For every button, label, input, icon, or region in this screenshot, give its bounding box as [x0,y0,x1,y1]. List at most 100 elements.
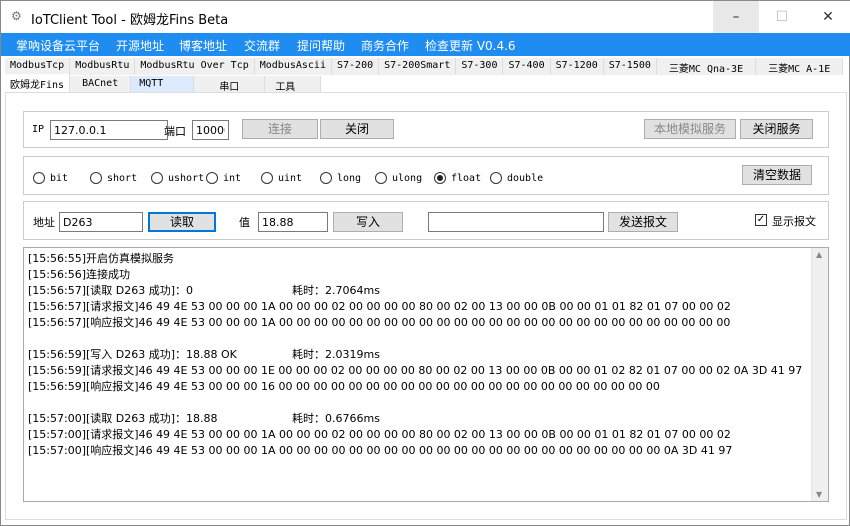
clear-data-button[interactable]: 清空数据 [742,165,812,185]
log-line: [15:56:55]开启仿真模拟服务 [28,252,174,265]
menu-source[interactable]: 开源地址 [116,37,164,54]
radio-int[interactable]: int [206,172,241,184]
tab-mitsubishi-a1e[interactable]: 三菱MC A-1E [756,58,844,75]
message-input[interactable] [428,212,604,232]
value-input[interactable] [258,212,328,232]
connect-button[interactable]: 连接 [242,119,318,139]
radio-circle[interactable] [33,172,45,184]
log-line: [15:57:00][请求报文]46 49 4E 53 00 00 00 1A … [28,428,731,441]
tab-tools[interactable]: 工具 [265,76,322,93]
tab-bacnet[interactable]: BACnet [70,76,132,93]
log-line: [15:57:00][读取 D263 成功]：18.88 [28,412,218,425]
radio-circle[interactable] [490,172,502,184]
radio-short[interactable]: short [90,172,137,184]
tab-row-2: 欧姆龙Fins BACnet MQTT 串口 工具 [5,74,322,93]
value-label: 值 [239,216,250,229]
port-label: 端口 [164,125,186,138]
vertical-scrollbar[interactable]: ▲ ▼ [811,248,828,501]
address-input[interactable] [59,212,143,232]
radio-label: long [337,172,362,184]
radio-ulong[interactable]: ulong [375,172,422,184]
window-title: IoTClient Tool - 欧姆龙Fins Beta [31,13,229,28]
tab-serial[interactable]: 串口 [194,76,266,93]
radio-circle[interactable] [90,172,102,184]
radio-label: ushort [168,172,205,184]
log-line: [15:57:00][响应报文]46 49 4E 53 00 00 00 1A … [28,444,733,457]
tab-s7-200[interactable]: S7-200 [331,58,380,75]
radio-label: int [223,172,242,184]
disconnect-button[interactable]: 关闭 [320,119,394,139]
read-write-group: 地址 读取 值 写入 发送报文 ✓ 显示报文 [23,201,829,240]
radio-uint[interactable]: uint [261,172,302,184]
tab-modbusascii[interactable]: ModbusAscii [254,58,332,75]
connection-group: IP 端口 连接 关闭 本地模拟服务 关闭服务 [23,111,829,148]
write-button[interactable]: 写入 [333,212,403,232]
app-icon: ⚙ [11,9,22,23]
ip-input[interactable] [50,120,168,140]
show-message-checkbox[interactable]: ✓ [755,214,767,226]
menu-bar: 掌吶设备云平台 开源地址 博客地址 交流群 提问帮助 商务合作 检查更新 V0.… [1,33,850,56]
log-output[interactable]: [15:56:55]开启仿真模拟服务 [15:56:56]连接成功 [15:56:5… [23,247,829,502]
radio-circle[interactable] [375,172,387,184]
radio-label: bit [50,172,69,184]
scroll-down-icon[interactable]: ▼ [816,490,822,499]
menu-blog[interactable]: 博客地址 [179,37,227,54]
title-bar: ⚙ IoTClient Tool - 欧姆龙Fins Beta – ☐ ✕ [1,1,850,33]
menu-help[interactable]: 提问帮助 [297,37,345,54]
local-sim-service-button[interactable]: 本地模拟服务 [644,119,736,139]
tab-s7-1200[interactable]: S7-1200 [550,58,604,75]
tab-s7-200smart[interactable]: S7-200Smart [379,58,457,75]
show-message-label: 显示报文 [772,215,816,228]
log-elapsed: 耗时：0.6766ms [292,412,380,425]
radio-label: uint [278,172,303,184]
radio-double[interactable]: double [490,172,543,184]
data-type-group: bit short ushort int uint long ulong flo… [23,156,829,195]
log-elapsed: 耗时：2.0319ms [292,348,380,361]
radio-circle[interactable] [151,172,163,184]
tab-row-1: ModbusTcp ModbusRtu ModbusRtu Over Tcp M… [5,58,844,75]
tab-mqtt[interactable]: MQTT [131,76,195,93]
read-button[interactable]: 读取 [148,212,216,232]
close-service-button[interactable]: 关闭服务 [740,119,813,139]
menu-cloud-platform[interactable]: 掌吶设备云平台 [16,37,100,54]
address-label: 地址 [33,216,55,229]
minimize-button[interactable]: – [713,1,759,33]
menu-business[interactable]: 商务合作 [361,37,409,54]
radio-label: float [451,172,482,184]
tab-s7-1500[interactable]: S7-1500 [603,58,657,75]
port-input[interactable] [192,120,229,140]
tab-modbusrtu-over-tcp[interactable]: ModbusRtu Over Tcp [135,58,255,75]
tab-mitsubishi-qna3e[interactable]: 三菱MC Qna-3E [656,58,757,75]
log-line: [15:56:57][读取 D263 成功]：0 [28,284,194,297]
radio-label: double [507,172,544,184]
log-line: [15:56:59][写入 D263 成功]：18.88 OK [28,348,237,361]
radio-label: short [107,172,138,184]
log-line: [15:56:57][请求报文]46 49 4E 53 00 00 00 1A … [28,300,731,313]
radio-float[interactable]: float [434,172,481,184]
log-line: [15:56:59][请求报文]46 49 4E 53 00 00 00 1E … [28,364,803,377]
radio-long[interactable]: long [320,172,361,184]
radio-circle[interactable] [261,172,273,184]
tab-s7-400[interactable]: S7-400 [503,58,551,75]
tab-modbusrtu[interactable]: ModbusRtu [70,58,136,75]
tab-modbustcp[interactable]: ModbusTcp [5,58,71,75]
radio-label: ulong [392,172,423,184]
scroll-up-icon[interactable]: ▲ [816,250,822,259]
menu-check-update[interactable]: 检查更新 V0.4.6 [425,37,516,54]
menu-group[interactable]: 交流群 [244,37,280,54]
log-line: [15:56:57][响应报文]46 49 4E 53 00 00 00 1A … [28,316,731,329]
radio-circle[interactable] [206,172,218,184]
ip-label: IP [32,124,45,135]
close-button[interactable]: ✕ [805,1,850,33]
radio-circle-selected[interactable] [434,172,446,184]
radio-circle[interactable] [320,172,332,184]
log-line: [15:56:56]连接成功 [28,268,130,281]
tab-s7-300[interactable]: S7-300 [456,58,504,75]
log-line: [15:56:59][响应报文]46 49 4E 53 00 00 00 16 … [28,380,660,393]
log-elapsed: 耗时：2.7064ms [292,284,380,297]
maximize-button[interactable]: ☐ [759,1,805,33]
radio-bit[interactable]: bit [33,172,68,184]
tab-omron-fins[interactable]: 欧姆龙Fins [5,74,71,93]
send-message-button[interactable]: 发送报文 [608,212,678,232]
radio-ushort[interactable]: ushort [151,172,204,184]
